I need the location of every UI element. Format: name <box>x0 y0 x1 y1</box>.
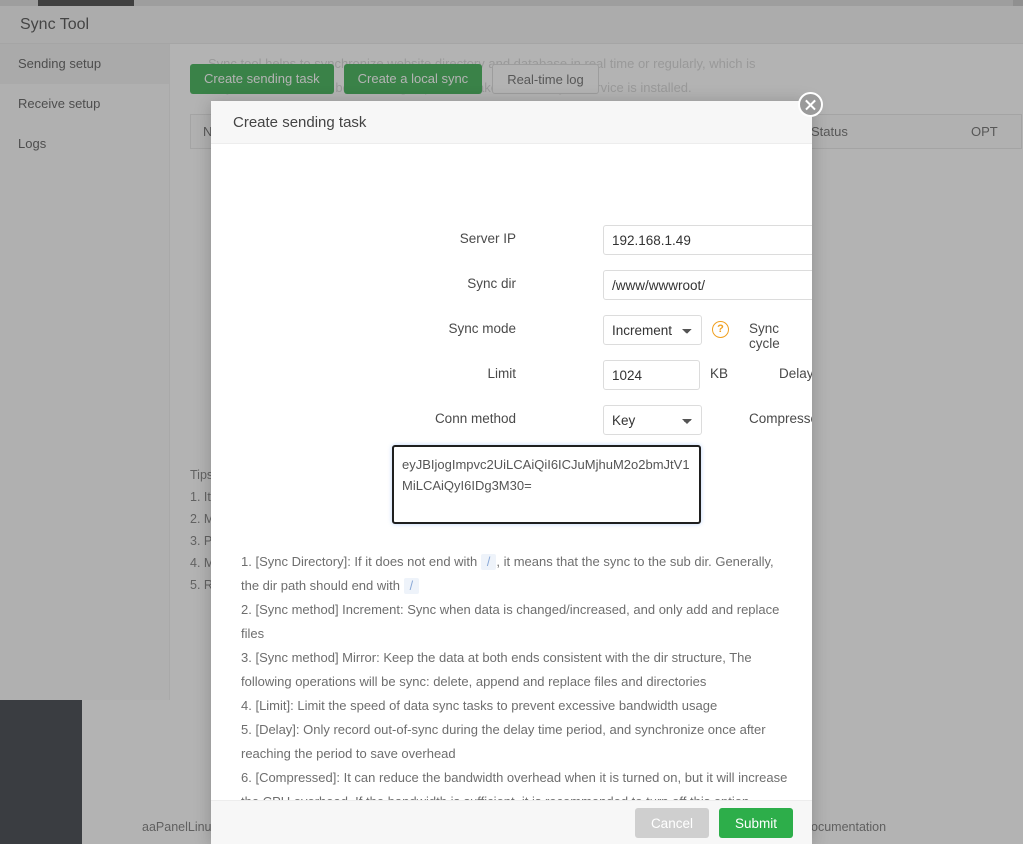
sync-cycle-label: Sync cycle <box>749 321 812 351</box>
receive-key-textarea[interactable]: eyJBIjogImpvc2UiLCAiQiI6ICJuMjhuM2o2bmJt… <box>392 445 701 524</box>
dialog-footer-buttons: Cancel Submit <box>635 808 793 838</box>
submit-button[interactable]: Submit <box>719 808 793 838</box>
sync-dir-control <box>603 270 812 300</box>
dialog-tip-5: 5. [Delay]: Only record out-of-sync duri… <box>241 718 793 766</box>
sync-mode-select[interactable]: Increment <box>603 315 702 345</box>
server-ip-label: Server IP <box>376 231 516 246</box>
field-row-conn-method: Conn method Key Compressed Turn on <box>211 400 812 444</box>
conn-method-select[interactable]: Key <box>603 405 702 435</box>
sync-dir-label: Sync dir <box>376 276 516 291</box>
cancel-button[interactable]: Cancel <box>635 808 709 838</box>
dialog-footer: Cancel Submit <box>211 800 812 844</box>
server-ip-control <box>603 225 812 255</box>
close-icon[interactable] <box>798 92 823 117</box>
dialog-body: Server IP Sync dir Sync mode I <box>211 144 812 800</box>
sync-mode-control: Increment <box>603 315 702 345</box>
dialog-tip-2: 2. [Sync method] Increment: Sync when da… <box>241 598 793 646</box>
limit-unit: KB <box>710 366 728 381</box>
compressed-label: Compressed <box>749 411 812 426</box>
sync-dir-input[interactable] <box>603 270 812 300</box>
limit-label: Limit <box>376 366 516 381</box>
dialog-tip-3: 3. [Sync method] Mirror: Keep the data a… <box>241 646 793 694</box>
conn-method-label: Conn method <box>376 411 516 426</box>
create-sending-task-dialog: Create sending task Server IP Sync dir <box>211 101 812 844</box>
dialog-title: Create sending task <box>233 114 366 131</box>
field-row-sync-mode: Sync mode Increment ? Sync cycle Real-ti… <box>211 310 812 354</box>
dialog-tip-1-part-a: 1. [Sync Directory]: If it does not end … <box>241 554 477 569</box>
sync-mode-label: Sync mode <box>376 321 516 336</box>
limit-control <box>603 360 700 390</box>
field-row-limit: Limit KB Delay Sec <box>211 355 812 399</box>
dialog-tips: 1. [Sync Directory]: If it does not end … <box>241 550 793 800</box>
server-ip-input[interactable] <box>603 225 812 255</box>
dialog-header: Create sending task <box>211 101 812 144</box>
field-row-sync-dir: Sync dir <box>211 265 812 309</box>
dialog-tip-4: 4. [Limit]: Limit the speed of data sync… <box>241 694 793 718</box>
question-circle-icon[interactable]: ? <box>712 321 729 338</box>
slash-code-2: / <box>404 578 419 594</box>
slash-code-1: / <box>481 554 496 570</box>
delay-label: Delay <box>779 366 812 381</box>
dialog-tip-6: 6. [Compressed]: It can reduce the bandw… <box>241 766 793 800</box>
field-row-server-ip: Server IP <box>211 220 812 264</box>
dialog-tip-1: 1. [Sync Directory]: If it does not end … <box>241 550 793 598</box>
limit-input[interactable] <box>603 360 700 390</box>
conn-method-control: Key <box>603 405 702 435</box>
